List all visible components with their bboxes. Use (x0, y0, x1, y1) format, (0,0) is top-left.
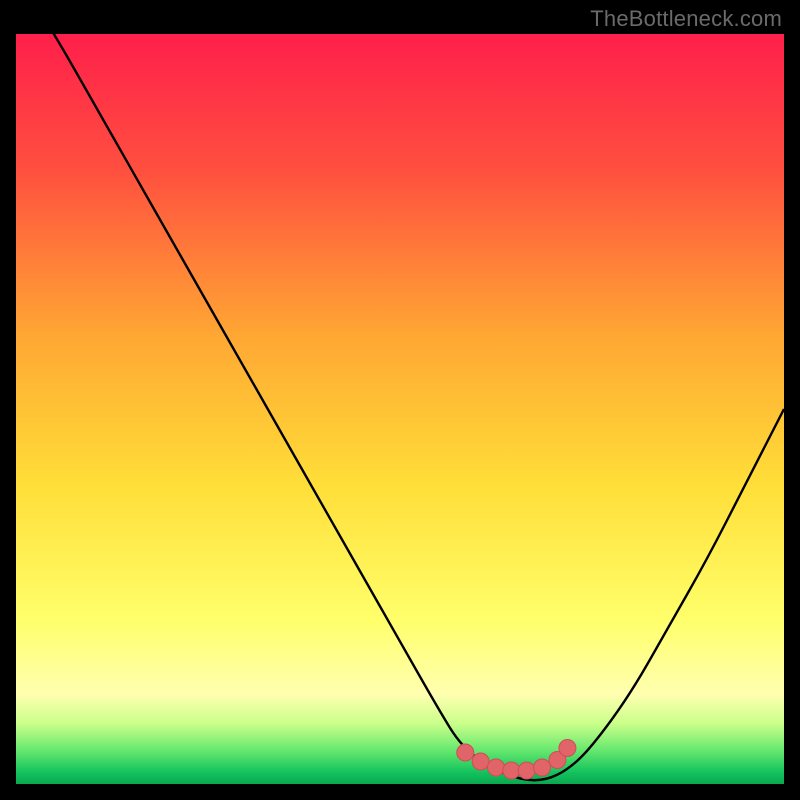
optimal-marker-dot (503, 762, 520, 779)
optimal-marker-dot (534, 759, 551, 776)
gradient-background (16, 34, 784, 784)
optimal-marker-dot (559, 740, 576, 757)
optimal-marker-dot (518, 762, 535, 779)
optimal-marker-dot (488, 759, 505, 776)
optimal-marker-dot (472, 753, 489, 770)
bottleneck-chart (16, 34, 784, 784)
watermark-text: TheBottleneck.com (590, 6, 782, 32)
optimal-marker-dot (457, 744, 474, 761)
chart-frame (16, 34, 784, 784)
